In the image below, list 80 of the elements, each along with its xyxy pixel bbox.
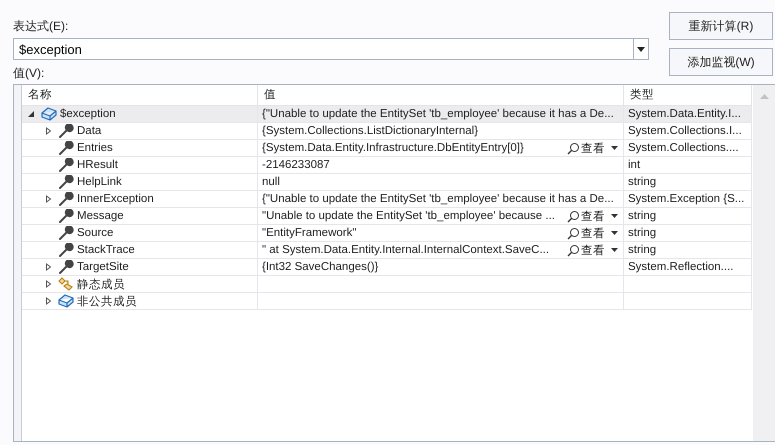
variable-name: HResult (77, 159, 118, 171)
variable-row[interactable]: 静态成员 (22, 276, 752, 293)
view-button[interactable]: 查看 (563, 208, 623, 224)
caret-icon (610, 247, 619, 253)
variable-row[interactable]: HelpLink null string (22, 174, 752, 191)
dropdown-icon[interactable] (633, 38, 649, 60)
search-icon (567, 226, 580, 240)
search-icon (567, 244, 580, 256)
value-label: 值(V): (13, 65, 46, 82)
expand-icon[interactable] (45, 297, 52, 305)
variable-row[interactable]: Message "Unable to update the EntitySet 'tb_employee' because ... 查看 string (22, 208, 752, 225)
variable-type: System.Data.Entity.I... (628, 108, 742, 120)
variable-row[interactable]: Data {System.Collections.ListDictionaryInternal} System.Collections.I... (22, 123, 752, 140)
variable-row[interactable]: HResult -2146233087 int (22, 157, 752, 174)
wrench-icon (58, 124, 74, 138)
wrench-icon (58, 226, 74, 240)
variable-value: {"Unable to update the EntitySet 'tb_employee' because it has a De... (262, 108, 615, 120)
variable-row[interactable]: TargetSite {Int32 SaveChanges()} System.Reflection.... (22, 259, 752, 276)
search-icon (567, 210, 580, 222)
variable-type: System.Collections.I... (628, 125, 743, 137)
variable-value: " at System.Data.Entity.Internal.InternalContext.SaveC... (262, 244, 550, 256)
wrench-icon (58, 243, 74, 257)
scrollbar[interactable] (753, 85, 775, 441)
wrench-icon (58, 260, 74, 274)
action-button[interactable]: 重新计算(R) (669, 12, 773, 40)
expression-field[interactable]: $exception (13, 38, 633, 60)
expand-icon[interactable] (45, 127, 52, 135)
collapse-icon[interactable] (28, 110, 35, 118)
variable-name: Message (77, 210, 124, 222)
variable-value: null (262, 176, 281, 188)
variable-type: string (628, 244, 658, 256)
expand-icon[interactable] (45, 263, 52, 271)
variable-type: int (628, 159, 642, 171)
variable-value: {System.Data.Entity.Infrastructure.DbEntityEntry[0]} (262, 142, 525, 154)
object-icon (58, 294, 74, 308)
wrench-icon (58, 209, 74, 223)
variable-row[interactable]: Source "EntityFramework" 查看 string (22, 225, 752, 242)
search-icon (567, 142, 580, 154)
view-button[interactable]: 查看 (563, 140, 623, 156)
variable-name: Source (77, 227, 114, 239)
variable-value: -2146233087 (262, 159, 331, 171)
wrench-icon (58, 192, 74, 206)
variable-type: System.Reflection.... (628, 261, 734, 273)
variable-name: HelpLink (77, 176, 122, 188)
variable-row[interactable]: 非公共成员 (22, 293, 752, 310)
view-button[interactable]: 查看 (563, 242, 623, 258)
variable-value: "EntityFramework" (262, 227, 358, 239)
static-members-icon (58, 277, 74, 291)
variable-name: 静态成员 (77, 278, 125, 292)
variable-value: {"Unable to update the EntitySet 'tb_employee' because it has a De... (262, 193, 615, 205)
expand-icon[interactable] (45, 195, 52, 203)
wrench-icon (58, 158, 74, 172)
variable-type: System.Exception {S... (628, 193, 746, 205)
variable-value: "Unable to update the EntitySet 'tb_employee' because ... (262, 210, 556, 222)
variable-row[interactable]: StackTrace " at System.Data.Entity.Internal.InternalContext.SaveC... 查看 string (22, 242, 752, 259)
expression-label: 表达式(E): (13, 18, 70, 35)
variable-type: string (628, 210, 658, 222)
variable-name: InnerException (77, 193, 154, 205)
view-button[interactable]: 查看 (563, 226, 623, 240)
wrench-icon (58, 141, 74, 155)
variable-type: string (628, 176, 658, 188)
variable-name: StackTrace (77, 244, 135, 256)
caret-icon (610, 145, 619, 151)
caret-icon (610, 230, 619, 236)
variable-row[interactable]: Entries {System.Data.Entity.Infrastructure.DbEntityEntry[0]} 查看 System.Collections.... (22, 140, 752, 157)
variable-name: Data (77, 125, 102, 137)
variable-type: string (628, 227, 658, 239)
wrench-icon (58, 175, 74, 189)
variable-value: {Int32 SaveChanges()} (262, 261, 380, 273)
expand-icon[interactable] (45, 280, 52, 288)
object-icon (41, 107, 57, 121)
variable-type: System.Collections.... (628, 142, 740, 154)
variable-name: Entries (77, 142, 113, 154)
action-button[interactable]: 添加监视(W) (669, 48, 773, 76)
variable-row[interactable]: InnerException {"Unable to update the EntitySet 'tb_employee' because it has a De... System.Exception {S... (22, 191, 752, 208)
variable-value: {System.Collections.ListDictionaryInternal} (262, 125, 480, 137)
variable-name: TargetSite (77, 261, 129, 273)
caret-icon (610, 213, 619, 219)
variable-name: $exception (60, 108, 116, 120)
variable-name: 非公共成员 (77, 294, 137, 308)
